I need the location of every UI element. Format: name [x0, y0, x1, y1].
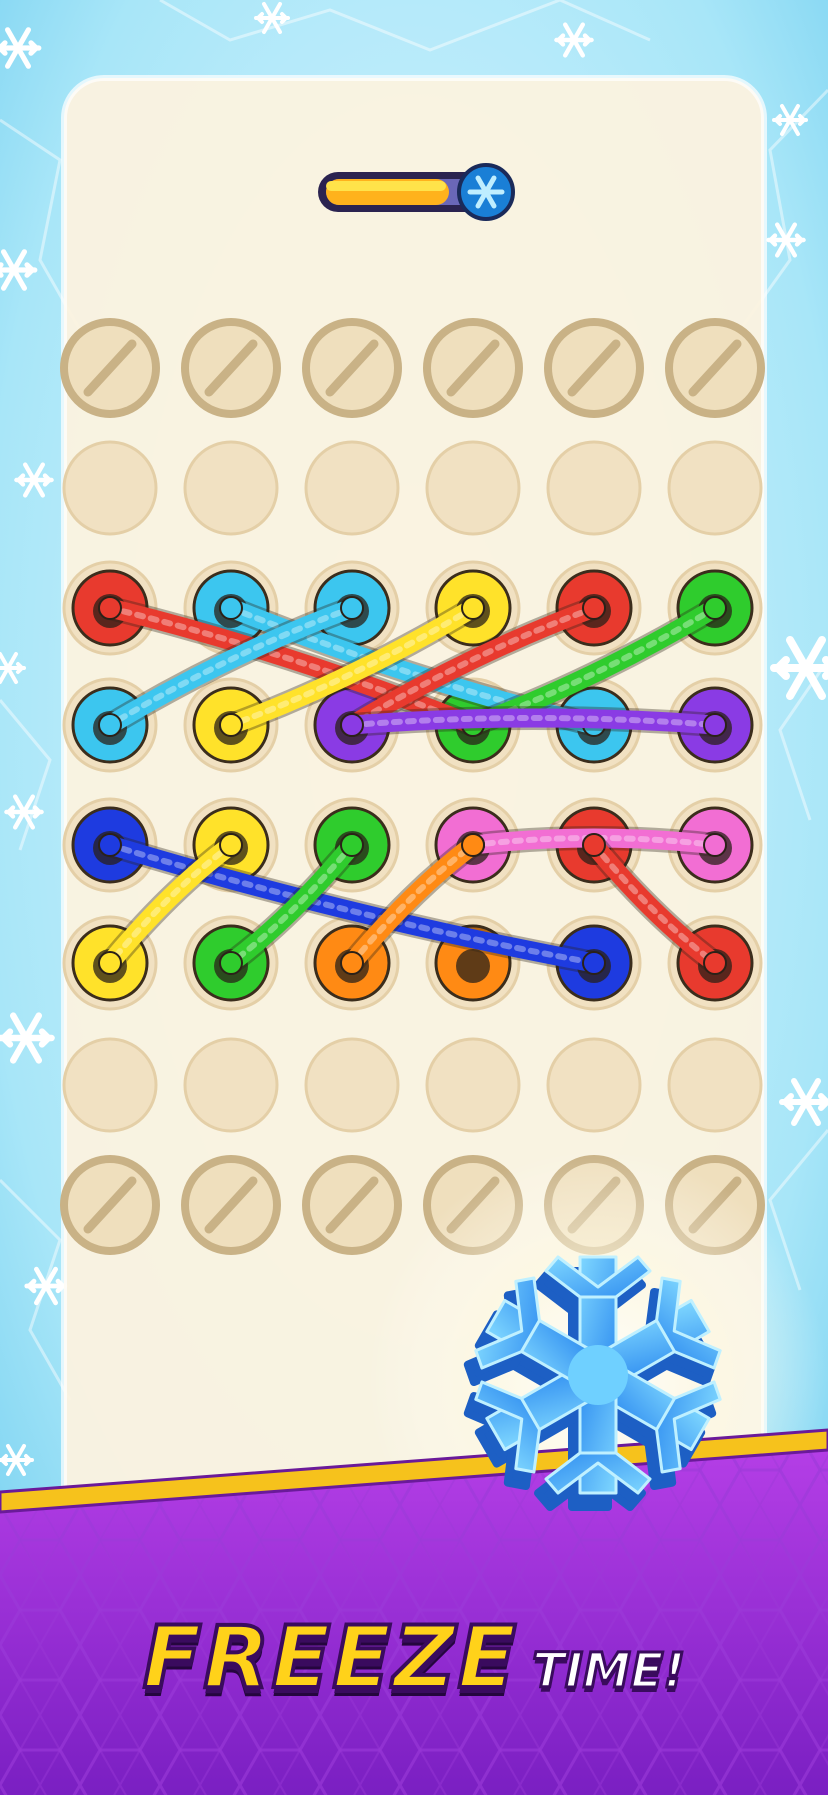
promo-caption: FREEZE TIME!: [0, 1606, 828, 1710]
game-scene: [0, 0, 828, 1795]
blocked-slot: [544, 318, 644, 418]
blocked-slot: [665, 318, 765, 418]
empty-hole[interactable]: [667, 1037, 763, 1133]
empty-hole[interactable]: [667, 440, 763, 536]
empty-hole[interactable]: [183, 440, 279, 536]
caption-rest: TIME!: [531, 1642, 687, 1701]
empty-hole[interactable]: [183, 1037, 279, 1133]
empty-hole[interactable]: [425, 1037, 521, 1133]
empty-hole[interactable]: [546, 440, 642, 536]
timer-bar: [318, 163, 515, 221]
caption-highlight: FREEZE: [141, 1606, 519, 1710]
blocked-slot: [181, 318, 281, 418]
empty-hole[interactable]: [62, 1037, 158, 1133]
blocked-slot: [60, 318, 160, 418]
empty-hole[interactable]: [304, 440, 400, 536]
timer-snowflake-icon: [457, 163, 515, 221]
blocked-slot: [302, 1155, 402, 1255]
timer-fill-highlight: [326, 181, 446, 191]
blocked-slot: [302, 318, 402, 418]
blocked-slot: [181, 1155, 281, 1255]
blocked-slot: [423, 318, 523, 418]
empty-hole[interactable]: [546, 1037, 642, 1133]
empty-hole[interactable]: [425, 440, 521, 536]
blocked-slot: [60, 1155, 160, 1255]
empty-hole[interactable]: [62, 440, 158, 536]
empty-hole[interactable]: [304, 1037, 400, 1133]
